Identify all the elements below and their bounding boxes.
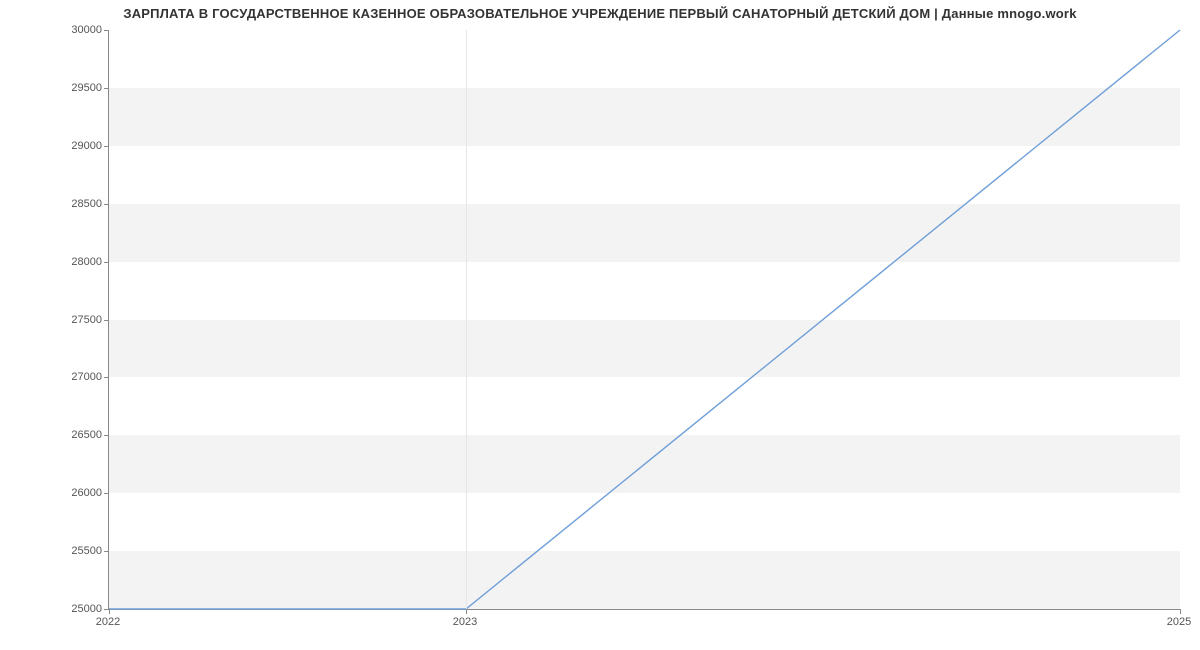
salary-line [109, 30, 1180, 609]
line-series [109, 30, 1180, 609]
x-tick [109, 609, 110, 614]
x-tick-label: 2022 [96, 616, 120, 628]
y-tick-label: 27000 [12, 371, 102, 383]
y-tick [104, 146, 109, 147]
y-tick-label: 29500 [12, 82, 102, 94]
y-tick [104, 88, 109, 89]
y-tick [104, 262, 109, 263]
y-tick-label: 28500 [12, 198, 102, 210]
x-tick [466, 609, 467, 614]
y-tick-label: 26500 [12, 429, 102, 441]
x-tick [1180, 609, 1181, 614]
y-tick-label: 28000 [12, 256, 102, 268]
y-tick [104, 493, 109, 494]
gridline-vertical [466, 30, 467, 609]
y-tick [104, 204, 109, 205]
chart-container: ЗАРПЛАТА В ГОСУДАРСТВЕННОЕ КАЗЕННОЕ ОБРА… [0, 0, 1200, 650]
y-tick [104, 551, 109, 552]
y-tick-label: 25500 [12, 545, 102, 557]
y-tick [104, 320, 109, 321]
chart-title: ЗАРПЛАТА В ГОСУДАРСТВЕННОЕ КАЗЕННОЕ ОБРА… [0, 6, 1200, 21]
y-tick-label: 29000 [12, 140, 102, 152]
y-tick-label: 30000 [12, 24, 102, 36]
x-tick-label: 2025 [1167, 616, 1191, 628]
plot-area [108, 30, 1180, 610]
x-tick-label: 2023 [453, 616, 477, 628]
y-tick [104, 377, 109, 378]
y-tick-label: 26000 [12, 487, 102, 499]
y-tick [104, 30, 109, 31]
y-tick-label: 27500 [12, 314, 102, 326]
y-tick [104, 435, 109, 436]
y-tick-label: 25000 [12, 603, 102, 615]
y-tick [104, 609, 109, 610]
